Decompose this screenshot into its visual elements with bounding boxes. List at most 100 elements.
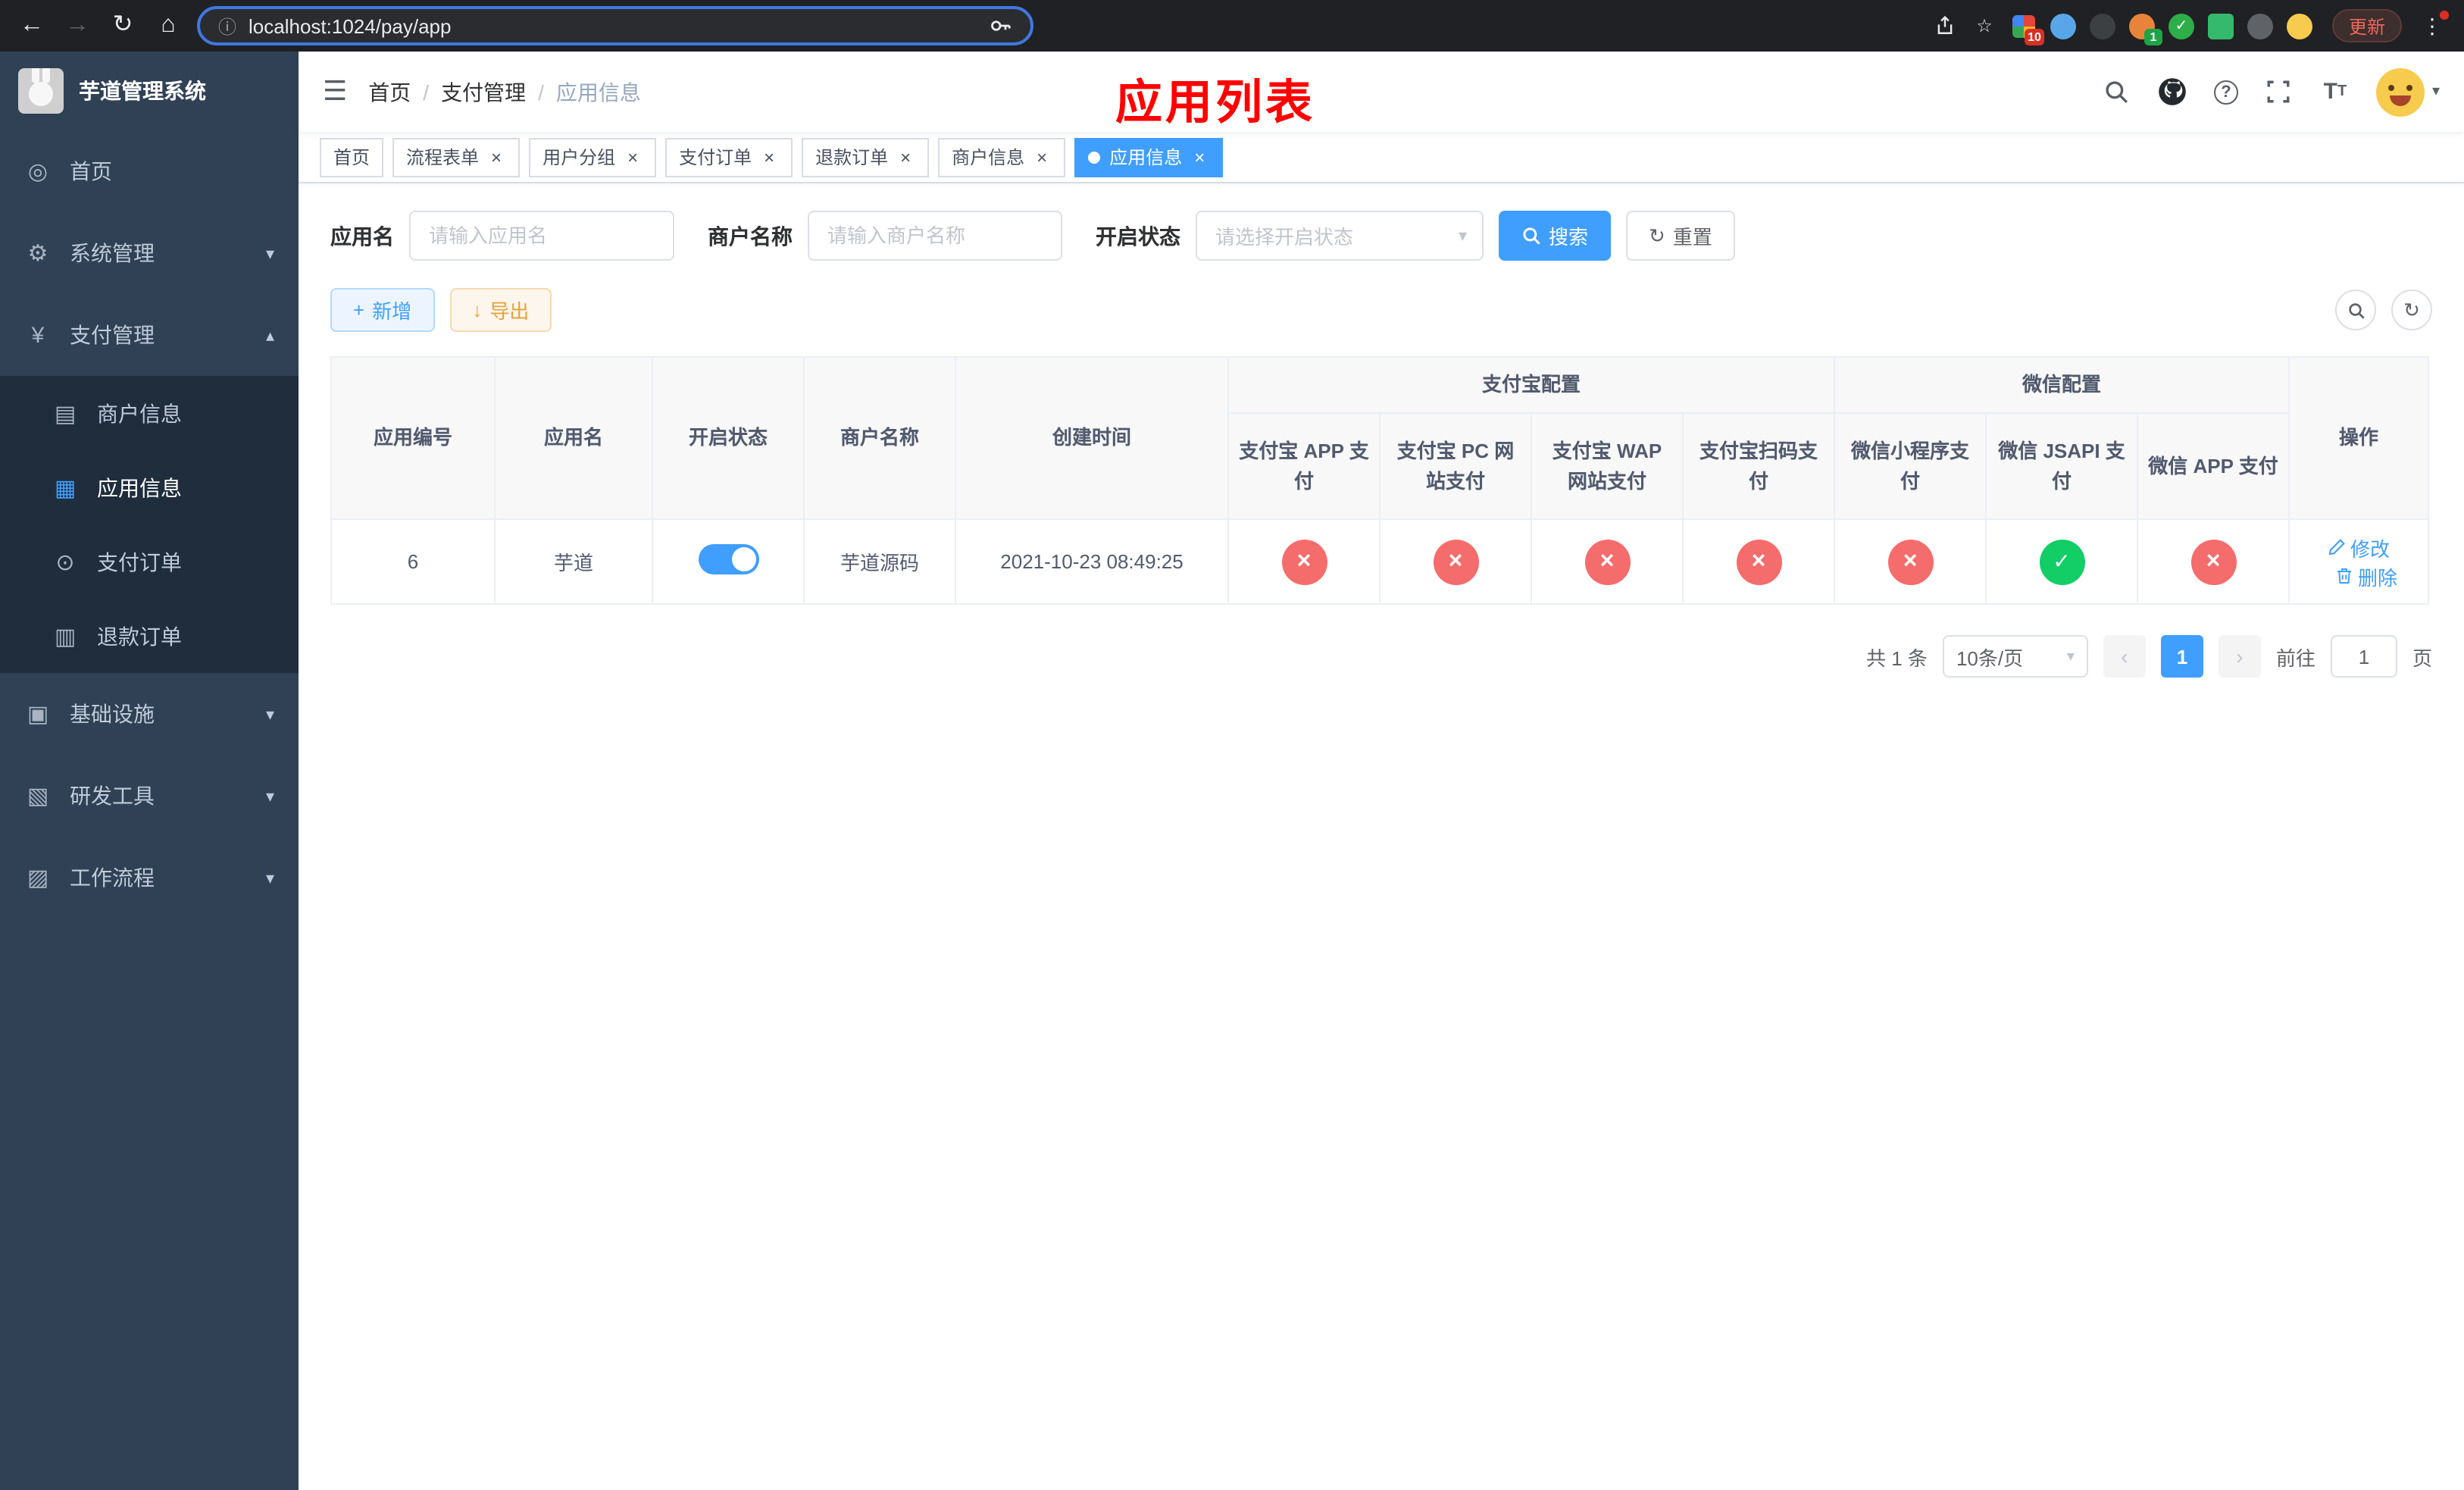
app-title: 芋道管理系统 (79, 79, 206, 103)
tab-refund-order[interactable]: 退款订单 × (802, 137, 930, 177)
logo-avatar (18, 68, 64, 114)
gear-icon: ⚙ (27, 241, 48, 267)
sidebar-item-pay-order[interactable]: ⊙ 支付订单 (0, 524, 299, 599)
address-bar[interactable]: ⓘ localhost:1024/pay/app (197, 6, 1033, 45)
close-icon[interactable]: × (486, 147, 506, 167)
close-icon[interactable]: × (1190, 147, 1209, 167)
tab-app-info[interactable]: 应用信息 × (1074, 137, 1224, 177)
browser-update-button[interactable]: 更新 (2331, 9, 2402, 42)
status-cross-icon (2190, 539, 2237, 584)
sidebar-item-refund-order[interactable]: ▥ 退款订单 (0, 599, 299, 673)
sidebar-logo[interactable]: 芋道管理系统 (0, 52, 299, 130)
chevron-down-icon: ▾ (2066, 648, 2075, 665)
url-text[interactable]: localhost:1024/pay/app (249, 14, 451, 37)
browser-reload-icon[interactable]: ↻ (106, 9, 139, 42)
goto-prefix: 前往 (2275, 646, 2315, 669)
tags-view: 首页 流程表单 × 用户分组 × 支付订单 × 退款订单 × 商户信息 × 应用… (299, 132, 2464, 183)
browser-back-icon[interactable]: ← (15, 9, 48, 42)
extension-check-icon[interactable]: ✓ (2168, 13, 2194, 39)
page-title-annotation: 应用列表 (1115, 76, 1315, 129)
sidebar-item-app-info[interactable]: ▦ 应用信息 (0, 450, 299, 524)
sidebar-item-merchant-info[interactable]: ▤ 商户信息 (0, 376, 299, 450)
tab-pay-order[interactable]: 支付订单 × (665, 137, 793, 177)
breadcrumb-home[interactable]: 首页 (368, 77, 411, 107)
password-key-icon[interactable] (987, 13, 1012, 39)
tab-label: 应用信息 (1109, 147, 1183, 168)
cell-alipay-pc (1379, 518, 1532, 605)
browser-home-icon[interactable]: ⌂ (152, 9, 185, 42)
sidebar-item-label: 系统管理 (70, 241, 155, 265)
status-toggle[interactable] (698, 544, 758, 574)
top-navbar: ☰ 首页 / 支付管理 / 应用信息 应用列表 ? T T ▾ (299, 52, 2464, 132)
close-icon[interactable]: × (759, 147, 779, 167)
search-button[interactable]: 搜索 (1499, 211, 1612, 261)
sidebar-item-devtools[interactable]: ▧ 研发工具 ▾ (0, 755, 299, 837)
tab-home[interactable]: 首页 (320, 137, 384, 177)
payment-submenu: ▤ 商户信息 ▦ 应用信息 ⊙ 支付订单 ▥ 退款订单 (0, 376, 299, 673)
bookmark-star-icon[interactable]: ☆ (1972, 13, 1997, 39)
sidebar-item-infra[interactable]: ▣ 基础设施 ▾ (0, 673, 299, 755)
next-page-button[interactable]: › (2218, 635, 2261, 678)
close-icon[interactable]: × (896, 147, 915, 167)
merchant-name-input[interactable] (808, 211, 1062, 261)
infra-icon: ▣ (27, 702, 49, 728)
extension-blue-icon[interactable] (2050, 13, 2076, 39)
search-icon[interactable] (2102, 77, 2132, 107)
toggle-search-button[interactable] (2335, 290, 2376, 330)
extension-badge: 10 (2025, 28, 2044, 45)
status-check-icon (2039, 539, 2085, 584)
refresh-table-button[interactable]: ↻ (2391, 290, 2432, 330)
close-icon[interactable]: × (623, 147, 643, 167)
share-icon[interactable] (1932, 13, 1958, 39)
tab-merchant-info[interactable]: 商户信息 × (938, 137, 1066, 177)
table-row: 6 芋道 芋道源码 2021-10-23 08:49:25 × × × × × … (330, 518, 2430, 605)
browser-menu-icon[interactable]: ⋮ (2416, 10, 2449, 39)
browser-toolbar: ← → ↻ ⌂ ⓘ localhost:1024/pay/app ☆ 10 1 (0, 0, 2464, 52)
site-info-icon[interactable]: ⓘ (218, 13, 236, 39)
cell-wechat-mini (1834, 518, 1987, 605)
tab-process-form[interactable]: 流程表单 × (392, 137, 521, 177)
page-number-button[interactable]: 1 (2160, 635, 2203, 678)
pagination-total: 共 1 条 (1866, 646, 1928, 669)
breadcrumb-payment[interactable]: 支付管理 (441, 77, 526, 107)
sidebar-item-system[interactable]: ⚙ 系统管理 ▾ (0, 212, 299, 294)
app-name-input[interactable] (409, 211, 674, 261)
plus-icon: + (353, 299, 365, 321)
font-size-icon[interactable]: TT (2320, 77, 2350, 107)
extension-chat-icon[interactable] (2207, 13, 2234, 39)
sidebar-item-label: 工作流程 (70, 866, 155, 890)
sidebar-item-workflow[interactable]: ▨ 工作流程 ▾ (0, 837, 299, 919)
emoji-extension-icon[interactable] (2286, 13, 2312, 39)
user-menu[interactable]: ▾ (2375, 67, 2440, 116)
help-icon[interactable]: ? (2213, 80, 2238, 104)
extension-dark-icon[interactable] (2089, 13, 2115, 39)
goto-page-input[interactable] (2330, 635, 2397, 678)
status-label: 开启状态 (1096, 224, 1180, 248)
tab-user-group[interactable]: 用户分组 × (529, 137, 657, 177)
profile-extension-icon[interactable]: 1 (2128, 13, 2162, 45)
delete-button[interactable]: 删除 (2335, 562, 2397, 590)
puzzle-extension-icon[interactable] (2247, 13, 2273, 39)
chevron-down-icon: ▾ (265, 869, 274, 887)
chevron-up-icon: ▴ (265, 327, 274, 345)
reset-button[interactable]: ↻ 重置 (1626, 211, 1735, 261)
hamburger-icon[interactable]: ☰ (323, 76, 347, 108)
sidebar-item-label: 支付订单 (97, 549, 182, 574)
close-icon[interactable]: × (1032, 147, 1052, 167)
chevron-down-icon: ▾ (265, 706, 274, 724)
sidebar-item-home[interactable]: ◎ 首页 (0, 130, 299, 212)
add-button[interactable]: + 新增 (330, 288, 435, 332)
cell-alipay-qr (1681, 518, 1836, 605)
export-button[interactable]: ↓ 导出 (449, 288, 552, 332)
fullscreen-icon[interactable] (2264, 77, 2294, 107)
prev-page-button[interactable]: ‹ (2103, 635, 2146, 678)
extension-grid-icon[interactable]: 10 (2011, 13, 2044, 45)
page-size-select[interactable]: 10条/页 ▾ (1942, 635, 2088, 678)
sidebar-item-payment[interactable]: ¥ 支付管理 ▴ (0, 294, 299, 376)
edit-button[interactable]: 修改 (2328, 533, 2390, 562)
breadcrumb-current: 应用信息 (555, 80, 641, 104)
github-icon[interactable] (2158, 77, 2188, 107)
browser-forward-icon[interactable]: → (61, 9, 94, 42)
status-select[interactable]: 请选择开启状态 ▾ (1196, 211, 1484, 261)
page-size-value: 10条/页 (1956, 646, 2024, 669)
